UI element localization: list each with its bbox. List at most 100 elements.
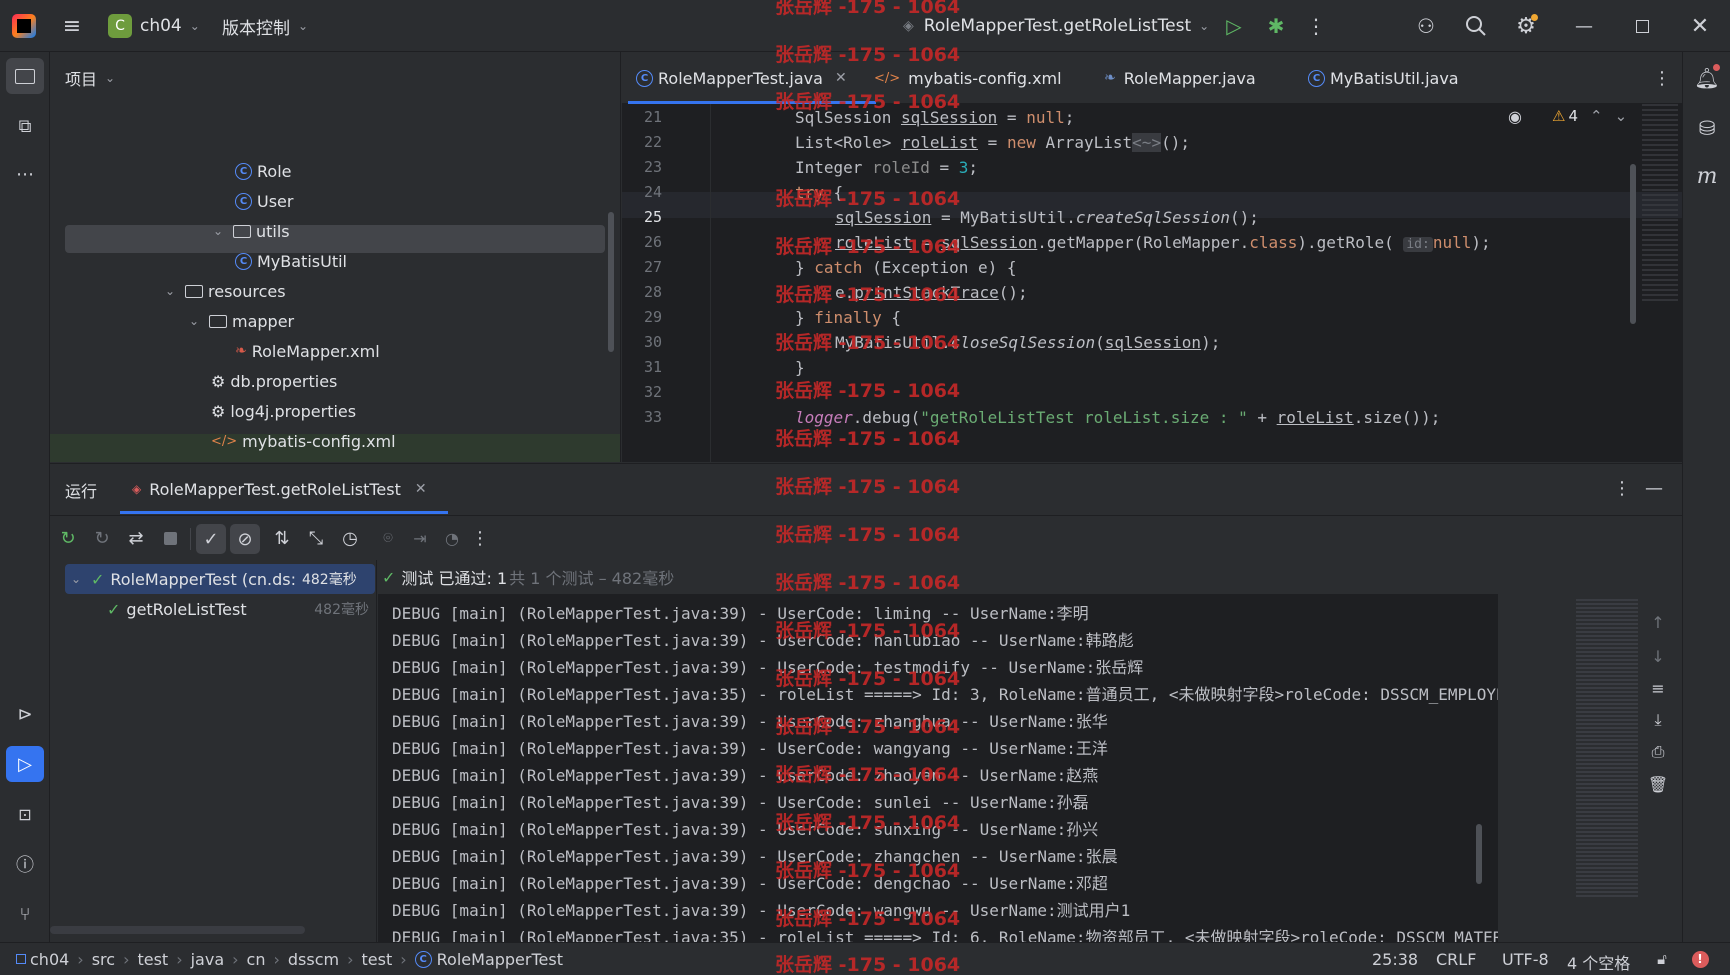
tab-mybatisutil[interactable]: C MyBatisUtil.java [1308,52,1459,104]
test-tree-row-class[interactable]: ⌄ ✓ RoleMapperTest (cn.ds: 482毫秒 [65,564,375,594]
tab-rolemapper[interactable]: ❧ RoleMapper.java [1104,52,1256,104]
indent-setting[interactable]: 4 个空格 [1567,950,1630,974]
cursor-position[interactable]: 25:38 [1372,950,1418,969]
breadcrumb-item[interactable]: test [137,950,168,969]
sort-icon[interactable]: ⇅ [268,524,296,552]
services-icon[interactable]: ⊳ [6,696,44,732]
add-user-icon[interactable]: ⚇ [1412,12,1440,40]
maximize-icon[interactable] [1628,12,1656,40]
vcs-selector[interactable]: 版本控制 ⌄ [222,12,308,40]
show-passed-icon[interactable]: ✓ [196,524,226,554]
debug-icon[interactable]: ✱ [1262,12,1290,40]
collapse-icon[interactable]: ⤡ [302,524,330,552]
console-scrollbar[interactable] [1476,824,1482,884]
show-ignored-icon[interactable]: ⊘ [230,524,260,554]
problems-icon[interactable]: ⓘ [6,846,44,882]
chevron-right-icon: › [232,949,239,969]
hide-panel-icon[interactable]: — [1642,476,1666,500]
class-icon: C [414,950,432,968]
scroll-down-icon[interactable]: ↓ [1646,644,1670,668]
project-view-icon[interactable] [6,58,44,94]
clear-icon[interactable]: 🗑︎ [1646,772,1670,796]
chevron-down-icon[interactable]: ⌄ [1615,107,1628,125]
breadcrumb-item[interactable]: test [362,950,393,969]
breadcrumb-item[interactable]: java [191,950,225,969]
tree-item-utils[interactable]: ⌄ utils [211,217,290,245]
notifications-icon[interactable]: 🔔︎ [1688,60,1726,96]
tab-label: RoleMapperTest.java [658,68,823,88]
run-icon[interactable]: ▷ [1220,12,1248,40]
tree-item-user[interactable]: C User [235,187,293,215]
more-actions-icon[interactable]: ⋮ [1304,12,1328,40]
test-tree-row-method[interactable]: ✓ getRoleListTest 482毫秒 [65,594,375,624]
run-options-icon[interactable]: ⋮ [1612,476,1632,500]
chevron-down-icon: ⌄ [298,19,309,33]
chevron-up-icon[interactable]: ⌃ [1590,107,1603,125]
tree-item-log4j-properties[interactable]: ⚙ log4j.properties [211,397,356,425]
project-selector[interactable]: C ch04 ⌄ [108,12,200,40]
tree-item-role[interactable]: C Role [235,157,291,185]
tree-item-mybatisutil[interactable]: C MyBatisUtil [235,247,347,275]
maven-icon[interactable]: m [1688,158,1726,194]
console-minimap[interactable] [1576,599,1638,899]
editor-minimap[interactable] [1642,104,1678,304]
tree-item-rolemapper-xml[interactable]: ❧ RoleMapper.xml [235,337,380,365]
close-icon[interactable]: ✕ [415,481,427,497]
print-icon[interactable]: ⎙ [1646,740,1670,764]
run-tool-icon[interactable]: ▷ [6,746,44,782]
more-run-icon[interactable]: ⋮ [470,524,490,552]
log-line: DEBUG [main] (RoleMapperTest.java:39) - … [392,658,1144,677]
tree-scrollbar[interactable] [608,212,614,352]
error-indicator-icon[interactable]: ! [1688,947,1712,971]
history-icon[interactable]: ◷ [336,524,364,552]
breadcrumb-item[interactable]: RoleMapperTest [437,950,563,969]
structure-icon[interactable]: ⧉ [6,108,44,144]
reader-mode-icon[interactable]: ◉ [1508,104,1522,128]
tree-item-db-properties[interactable]: ⚙ db.properties [211,367,337,395]
git-icon[interactable]: ⑂ [6,896,44,932]
camera-icon[interactable]: ⌾ [374,524,402,552]
tab-options-icon[interactable]: ⋮ [1652,66,1672,90]
search-icon[interactable] [1462,12,1490,40]
toggle-auto-test-icon[interactable]: ⇄ [122,524,150,552]
more-tools-icon[interactable]: ⋯ [6,156,44,192]
soft-wrap-icon[interactable]: ≡ [1646,676,1670,700]
unlock-icon[interactable]: 🔓︎ [1650,947,1674,971]
app-logo-icon[interactable] [12,14,36,38]
rerun-icon[interactable]: ↻ [54,524,82,552]
warnings-indicator[interactable]: ⚠ 4 ⌃ ⌄ [1552,104,1627,128]
class-icon: C [636,69,653,87]
main-menu-icon[interactable]: ≡ [58,14,86,39]
test-tree-scrollbar[interactable] [50,926,305,934]
import-icon[interactable]: ⇥ [406,524,434,552]
terminal-icon[interactable]: ⊡ [6,796,44,832]
close-icon[interactable]: ✕ [1686,12,1714,40]
stop-icon[interactable] [156,524,184,552]
scroll-to-end-icon[interactable]: ⤓ [1646,708,1670,732]
test-summary-detail: 共 1 个测试 – 482毫秒 [509,569,675,588]
package-icon [233,224,251,238]
project-panel-header[interactable]: 项目 ⌄ [65,64,115,92]
tree-item-mapper[interactable]: ⌄ mapper [187,307,294,335]
watermark: 张岳辉 -175 - 1064 [775,812,961,834]
line-separator[interactable]: CRLF [1436,950,1476,969]
tree-item-resources[interactable]: ⌄ resources [163,277,286,305]
file-encoding[interactable]: UTF-8 [1502,950,1549,969]
breadcrumb-item[interactable]: src [92,950,115,969]
line-number: 29 [643,308,662,326]
close-icon[interactable]: ✕ [835,70,847,86]
breadcrumb-item[interactable]: cn [247,950,266,969]
editor-scrollbar[interactable] [1630,164,1636,324]
breadcrumb-item[interactable]: dsscm [288,950,339,969]
scroll-up-icon[interactable]: ↑ [1646,610,1670,634]
minimize-icon[interactable]: — [1570,12,1598,40]
settings-icon[interactable]: ⚙ [1512,12,1540,40]
breadcrumb-item[interactable]: ch04 [30,950,69,969]
run-tab[interactable]: ◈ RoleMapperTest.getRoleListTest ✕ [132,472,427,506]
database-icon[interactable]: ⛁ [1688,110,1726,146]
passed-check-icon: ✓ [91,569,105,589]
tree-item-label: mybatis-config.xml [242,431,396,451]
tree-item-mybatis-config[interactable]: </> mybatis-config.xml [211,427,396,455]
coverage-icon[interactable]: ◔ [438,524,466,552]
rerun-failed-icon[interactable]: ↻ [88,524,116,552]
